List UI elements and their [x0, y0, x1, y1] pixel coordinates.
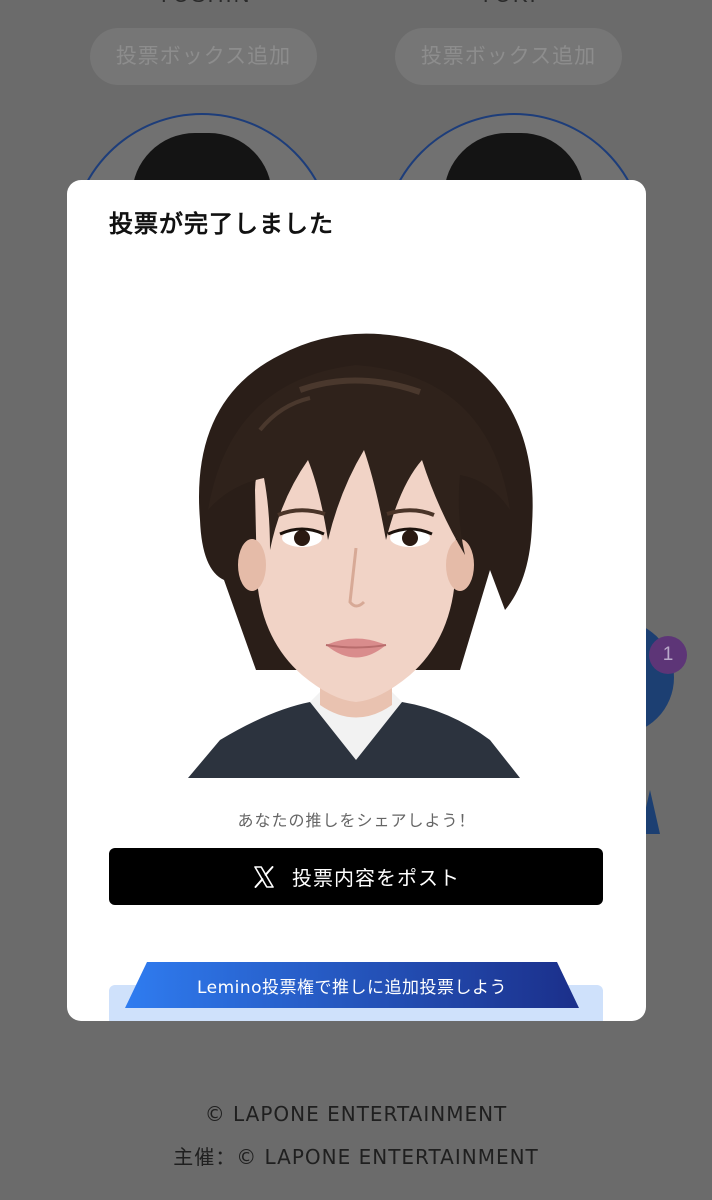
add-vote-box-button[interactable]: 投票ボックス追加: [90, 28, 317, 85]
promo-banner-label: Lemino投票権で推しに追加投票しよう: [196, 977, 508, 998]
vote-complete-modal: 投票が完了しました あなたの推しをシェアしよう！ 投票内容をポスト Lemino…: [67, 180, 646, 1021]
contestant-photo: [188, 333, 533, 778]
post-vote-button-label: 投票内容をポスト: [292, 866, 460, 890]
footer-copyright: © LAPONE ENTERTAINMENT: [204, 1102, 508, 1126]
footer-organizer: 主催：© LAPONE ENTERTAINMENT: [173, 1145, 539, 1169]
post-vote-button[interactable]: 投票内容をポスト: [109, 848, 603, 905]
lemino-additional-vote-banner[interactable]: Lemino投票権で推しに追加投票しよう: [125, 962, 579, 1008]
vote-box-count-badge: 1: [649, 636, 687, 674]
x-logo-icon: [254, 865, 274, 888]
background-contestant-name: YUKI: [408, 0, 608, 8]
share-prompt: あなたの推しをシェアしよう！: [237, 811, 476, 830]
background-contestant-name: YUSHIN: [104, 0, 304, 8]
add-vote-box-button[interactable]: 投票ボックス追加: [395, 28, 622, 85]
modal-title: 投票が完了しました: [109, 210, 334, 238]
